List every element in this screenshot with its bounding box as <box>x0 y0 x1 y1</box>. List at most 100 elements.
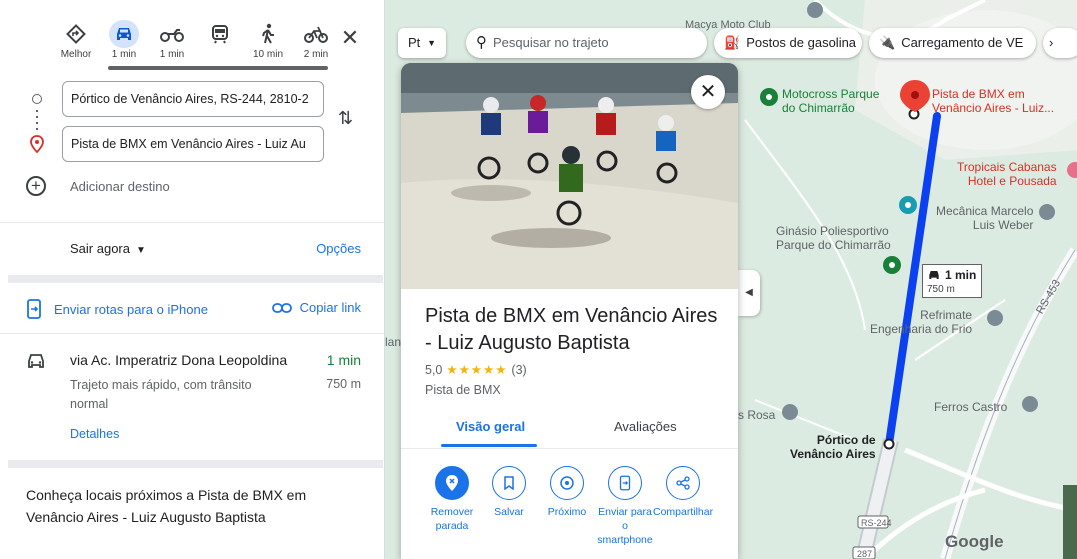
bmx-riders-photo <box>401 63 738 289</box>
mode-car[interactable]: 1 min <box>100 20 148 70</box>
google-logo: Google <box>945 532 1004 551</box>
close-card-icon[interactable]: ✕ <box>691 75 725 109</box>
more-chips-button[interactable]: › <box>1043 28 1077 58</box>
map-label-portico[interactable]: Pórtico de Venâncio Aires <box>790 433 876 461</box>
route-distance: 750 m <box>326 377 361 391</box>
car-icon <box>26 352 46 375</box>
bike-icon <box>304 20 328 48</box>
link-icon <box>271 302 292 313</box>
motorcycle-icon <box>160 20 184 48</box>
directions-diamond-icon <box>66 20 86 48</box>
map-label-motocross[interactable]: Motocross Parque do Chimarrão <box>782 87 879 115</box>
remove-stop-label: Remover parada <box>430 506 474 532</box>
layers-button[interactable]: Pt ▼ <box>398 28 446 58</box>
directions-panel: Melhor 1 min 1 min 10 min 2 min ✕ Pórtic… <box>0 0 385 559</box>
map-label-rs244: RS-244 <box>861 518 892 528</box>
send-to-device-icon <box>608 466 642 500</box>
place-title: Pista de BMX em Venâncio Aires - Luiz Au… <box>425 305 718 354</box>
mode-transit[interactable] <box>196 20 244 70</box>
train-icon <box>211 20 229 48</box>
nearby-heading: Conheça locais próximos a Pista de BMX e… <box>26 487 307 525</box>
share-icon <box>666 466 700 500</box>
send-to-phone-label: Enviar rotas para o iPhone <box>54 301 208 317</box>
leave-now-dropdown[interactable]: Sair agora ▼ <box>70 241 146 256</box>
mode-best[interactable]: Melhor <box>52 20 100 70</box>
route-time: 1 min <box>326 352 361 368</box>
origin-dot-icon <box>32 94 42 104</box>
send-to-phone-link[interactable]: Enviar rotas para o iPhone <box>26 299 208 319</box>
chevron-left-icon: ◀ <box>745 287 753 298</box>
collapse-panel-button[interactable]: ◀ <box>738 270 760 316</box>
caret-down-icon: ▼ <box>427 38 436 48</box>
destination-pin-icon <box>29 135 45 158</box>
review-count: (3) <box>511 362 527 377</box>
ev-charger-icon: 🔌 <box>879 35 896 50</box>
place-photo[interactable]: ✕ <box>401 63 738 289</box>
map-label-tropicais[interactable]: Tropicais Cabanas Hotel e Pousada <box>957 160 1057 188</box>
gas-pump-icon: ⛽ <box>724 35 741 50</box>
search-placeholder: Pesquisar no trajeto <box>493 35 609 50</box>
search-on-route-input[interactable]: ⚲ Pesquisar no trajeto <box>466 28 707 58</box>
travel-modes: Melhor 1 min 1 min 10 min 2 min <box>52 20 340 70</box>
send-to-device-icon <box>27 299 41 319</box>
tab-reviews[interactable]: Avaliações <box>614 419 677 434</box>
nearby-button[interactable]: Próximo <box>537 466 597 519</box>
nearby-label: Próximo <box>547 506 587 518</box>
layers-label: Pt <box>408 35 421 50</box>
map-label-pista[interactable]: Pista de BMX em Venâncio Aires - Luiz... <box>932 87 1054 115</box>
map-label-ginasio[interactable]: Ginásio Poliesportivo Parque do Chimarrã… <box>776 224 891 252</box>
map-label-rosa[interactable]: s Rosa <box>738 408 775 422</box>
origin-input[interactable]: Pórtico de Venâncio Aires, RS-244, 2810-… <box>62 81 324 117</box>
ev-charging-chip[interactable]: 🔌 Carregamento de VE <box>869 28 1036 58</box>
rating-value: 5,0 <box>425 362 443 377</box>
map-label-top: Macya Moto Club <box>685 19 771 31</box>
details-link[interactable]: Detalhes <box>70 427 119 441</box>
options-link[interactable]: Opções <box>316 241 361 256</box>
add-destination-row[interactable]: + Adicionar destino <box>26 176 170 196</box>
map-label-mecanica[interactable]: Mecânica Marcelo Luis Weber <box>936 204 1033 232</box>
mode-scroll-indicator <box>108 66 328 70</box>
active-tab-indicator <box>441 444 537 447</box>
copy-link-button[interactable]: Copiar link <box>271 300 361 315</box>
star-rating-icon: ★★★★★ <box>446 363 508 377</box>
send-to-phone-label: Enviar para o smartphone <box>597 506 653 546</box>
search-icon: ⚲ <box>476 34 487 51</box>
map-label-ferros[interactable]: Ferros Castro <box>934 400 1007 414</box>
nearby-icon <box>550 466 584 500</box>
send-to-phone-button[interactable]: Enviar para o smartphone <box>595 466 655 547</box>
route-title[interactable]: via Ac. Imperatriz Dona Leopoldina <box>70 352 287 368</box>
plus-circle-icon: + <box>26 176 46 196</box>
destination-input[interactable]: Pista de BMX em Venâncio Aires - Luiz Au <box>62 126 324 162</box>
route-time-badge[interactable]: 1 min 750 m <box>922 264 982 298</box>
gas-stations-chip[interactable]: ⛽ Postos de gasolina <box>714 28 862 58</box>
car-icon <box>929 271 939 279</box>
bookmark-icon <box>492 466 526 500</box>
car-icon <box>109 20 139 48</box>
close-directions-icon[interactable]: ✕ <box>338 26 362 50</box>
badge-distance: 750 m <box>927 284 955 295</box>
place-category[interactable]: Pista de BMX <box>425 383 501 397</box>
save-button[interactable]: Salvar <box>479 466 539 519</box>
share-button[interactable]: Compartilhar <box>653 466 713 519</box>
map-label-refrimate[interactable]: Refrimate Engenharia do Frio <box>870 308 972 336</box>
save-label: Salvar <box>494 506 524 518</box>
route-description: Trajeto mais rápido, com trânsito normal <box>70 378 252 411</box>
rating-row[interactable]: 5,0 ★★★★★ (3) <box>425 362 527 378</box>
place-card: ✕ Pista de BMX em Venâncio Aires - Luiz … <box>401 63 738 559</box>
mode-walk[interactable]: 10 min <box>244 20 292 70</box>
tab-overview[interactable]: Visão geral <box>456 419 525 434</box>
mode-bike[interactable]: 2 min <box>292 20 340 70</box>
copy-link-label: Copiar link <box>299 300 361 315</box>
badge-time: 1 min <box>945 268 977 282</box>
leave-now-label: Sair agora <box>70 241 130 256</box>
remove-stop-button[interactable]: Remover parada <box>422 466 482 533</box>
section-divider <box>8 275 383 283</box>
mode-motorcycle[interactable]: 1 min <box>148 20 196 70</box>
map-label-287: 287 <box>857 549 873 559</box>
share-label: Compartilhar <box>653 506 714 518</box>
add-destination-label: Adicionar destino <box>70 178 170 194</box>
remove-pin-icon <box>435 466 469 500</box>
caret-down-icon: ▼ <box>135 245 146 256</box>
swap-icon[interactable]: ⇅ <box>338 108 353 129</box>
divider <box>0 333 384 334</box>
